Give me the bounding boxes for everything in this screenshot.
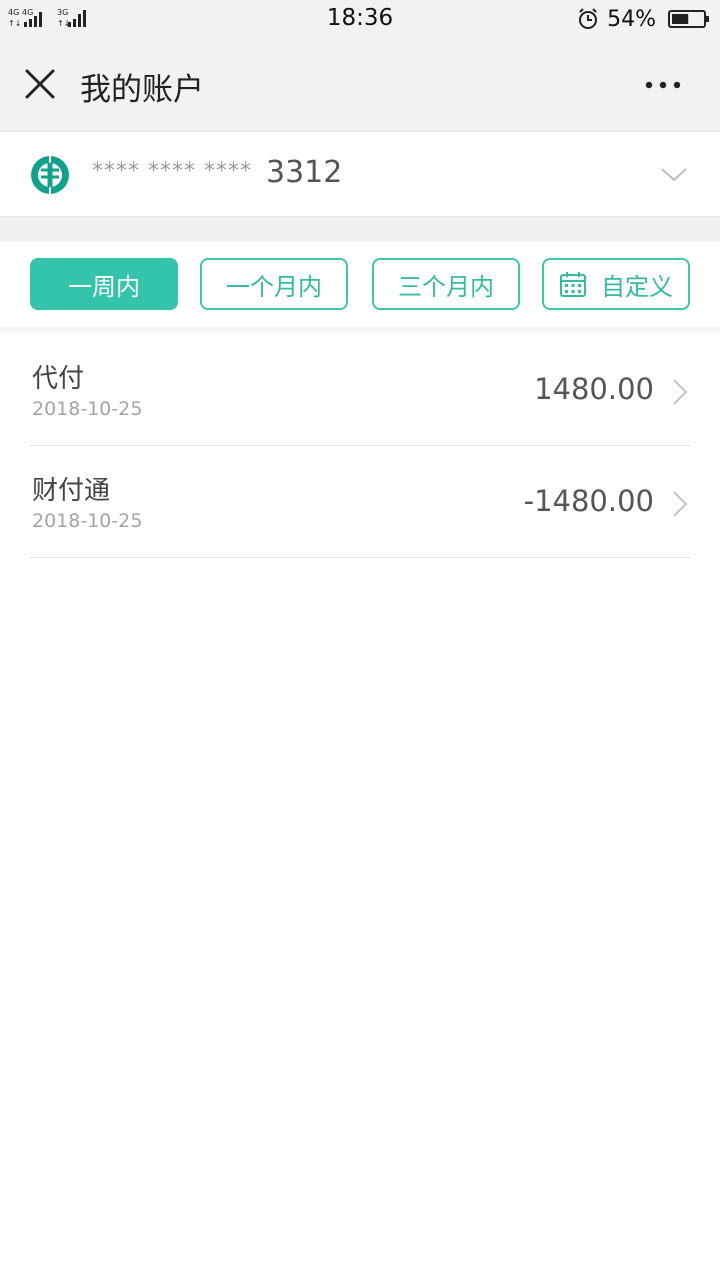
transaction-amount: -1480.00 xyxy=(523,484,654,518)
alarm-icon xyxy=(579,8,598,29)
transaction-row[interactable]: 财付通 2018-10-25 -1480.00 xyxy=(30,446,690,558)
transaction-list: 代付 2018-10-25 1480.00 财付通 2018-10-25 -14… xyxy=(0,334,720,558)
filter-one-week[interactable]: 一周内 xyxy=(30,258,178,310)
transaction-date: 2018-10-25 xyxy=(32,398,143,420)
account-number-mask: **** **** **** xyxy=(92,159,252,184)
transaction-date: 2018-10-25 xyxy=(32,510,143,532)
transaction-title: 代付 xyxy=(32,364,85,394)
calendar-icon xyxy=(560,272,586,297)
battery-percent: 54% xyxy=(607,6,656,32)
filter-one-month[interactable]: 一个月内 xyxy=(200,258,348,310)
chevron-down-icon[interactable] xyxy=(660,167,688,183)
status-right: 54% xyxy=(577,5,710,33)
filter-three-months[interactable]: 三个月内 xyxy=(372,258,520,310)
close-icon[interactable] xyxy=(24,68,56,100)
filter-label: 自定义 xyxy=(601,272,673,301)
transaction-amount: 1480.00 xyxy=(534,372,654,406)
page-title: 我的账户 xyxy=(80,72,204,108)
chevron-right-icon xyxy=(673,491,688,517)
status-bar: 4G 4G 3G ↑↓ ↑↓ 18:36 54% xyxy=(0,0,720,38)
date-filter-bar: 一周内 一个月内 三个月内 自定义 xyxy=(0,242,720,327)
account-number-last-digits: 3312 xyxy=(266,155,343,190)
bank-logo-icon xyxy=(31,155,69,195)
transaction-row[interactable]: 代付 2018-10-25 1480.00 xyxy=(30,334,690,446)
nav-bar: 我的账户 xyxy=(0,38,720,132)
account-selector[interactable]: **** **** **** 3312 xyxy=(0,133,720,217)
filter-label: 一个月内 xyxy=(226,272,322,301)
chevron-right-icon xyxy=(673,379,688,405)
filter-label: 三个月内 xyxy=(398,272,494,301)
filter-custom[interactable]: 自定义 xyxy=(542,258,690,310)
filter-label: 一周内 xyxy=(68,272,140,301)
transaction-title: 财付通 xyxy=(32,476,111,506)
battery-icon xyxy=(668,10,709,28)
more-icon[interactable] xyxy=(644,80,682,90)
section-divider xyxy=(0,217,720,242)
